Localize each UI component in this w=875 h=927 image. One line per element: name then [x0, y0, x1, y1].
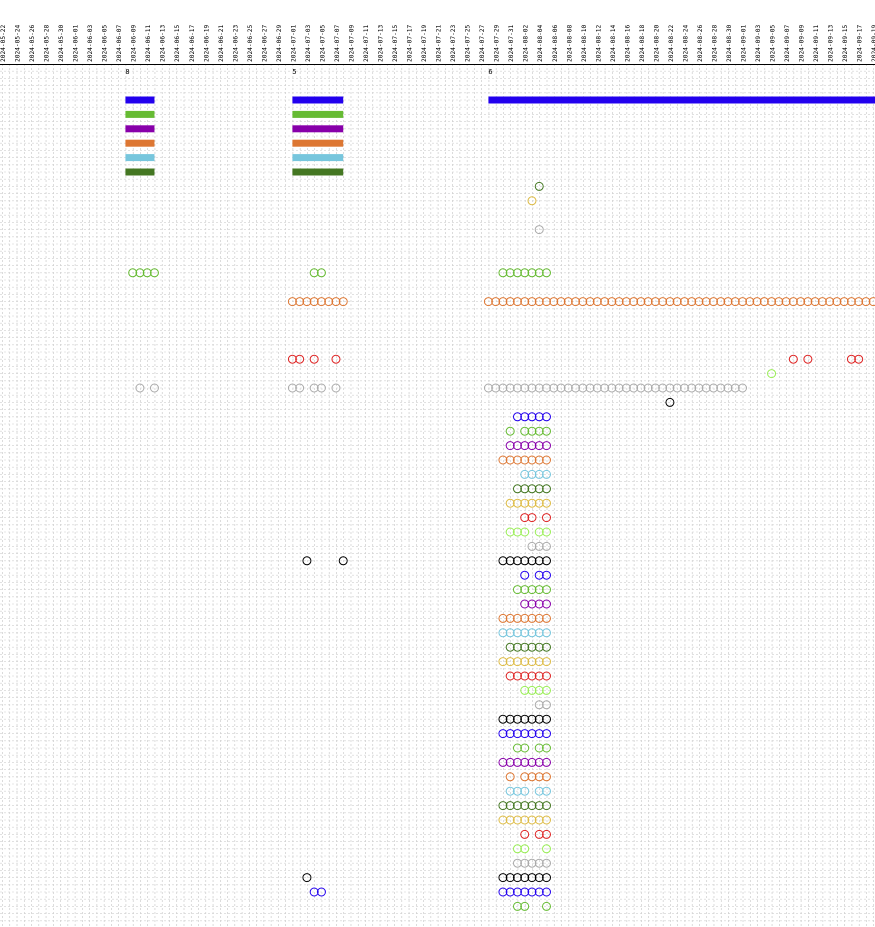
date-tick-label: 2024-05-30	[58, 24, 65, 62]
date-tick-label: 2024-07-09	[349, 24, 356, 62]
date-tick-label: 2024-07-21	[436, 24, 443, 62]
date-tick-label: 2024-06-07	[116, 24, 123, 62]
timeline-bar	[125, 96, 155, 104]
date-tick-label: 2024-08-22	[668, 24, 675, 62]
date-tick-label: 2024-08-14	[610, 24, 617, 62]
date-tick-label: 2024-07-07	[334, 24, 341, 62]
date-tick-label: 2024-08-02	[523, 24, 530, 62]
timeline-bar	[292, 139, 344, 147]
date-tick-label: 2024-08-16	[624, 24, 631, 62]
date-tick-label: 2024-08-30	[726, 24, 733, 62]
timeline-bar	[125, 168, 155, 176]
grid	[0, 64, 875, 927]
date-tick-label: 2024-08-20	[653, 24, 660, 62]
timeline-bar	[292, 96, 344, 104]
timeline-chart: 2024-05-22 2024-05-24 2024-05-26 2024-05-28…	[0, 24, 875, 927]
date-tick-label: 2024-09-13	[828, 24, 835, 62]
date-tick-label: 2024-07-17	[407, 24, 414, 62]
timeline-bar	[125, 154, 155, 162]
date-axis: 2024-05-22 2024-05-24 2024-05-26 2024-05-28…	[0, 24, 875, 65]
date-tick-label: 2024-07-25	[465, 24, 472, 62]
date-tick-label: 2024-06-03	[87, 24, 94, 62]
date-tick-label: 2024-07-05	[319, 24, 326, 62]
date-tick-label: 2024-06-21	[218, 24, 225, 62]
date-tick-label: 2024-06-15	[174, 24, 181, 62]
group-label: 6	[488, 68, 492, 76]
timeline-bar	[292, 168, 344, 176]
date-tick-label: 2024-08-26	[697, 24, 704, 62]
group-label: 5	[292, 68, 296, 76]
date-tick-label: 2024-08-24	[682, 24, 689, 62]
date-tick-label: 2024-08-12	[595, 24, 602, 62]
date-tick-label: 2024-06-09	[131, 24, 138, 62]
date-tick-label: 2024-07-03	[305, 24, 312, 62]
date-tick-label: 2024-05-24	[15, 24, 22, 62]
date-tick-label: 2024-06-29	[276, 24, 283, 62]
date-tick-label: 2024-07-19	[421, 24, 428, 62]
date-tick-label: 2024-08-08	[566, 24, 573, 62]
date-tick-label: 2024-06-19	[203, 24, 210, 62]
date-tick-label: 2024-06-23	[232, 24, 239, 62]
timeline-bar	[488, 96, 875, 104]
date-tick-label: 2024-08-10	[581, 24, 588, 62]
date-tick-label: 2024-06-13	[160, 24, 167, 62]
date-tick-label: 2024-07-01	[290, 24, 297, 62]
date-tick-label: 2024-07-31	[508, 24, 515, 62]
date-tick-label: 2024-07-27	[479, 24, 486, 62]
date-tick-label: 2024-09-19	[871, 24, 875, 62]
date-tick-label: 2024-05-26	[29, 24, 36, 62]
timeline-bar	[125, 139, 155, 147]
timeline-bar	[292, 125, 344, 133]
date-tick-label: 2024-07-23	[450, 24, 457, 62]
date-tick-label: 2024-08-06	[552, 24, 559, 62]
date-tick-label: 2024-09-03	[755, 24, 762, 62]
group-labels: 8 5 6	[125, 68, 492, 76]
date-tick-label: 2024-08-28	[712, 24, 719, 62]
date-tick-label: 2024-09-11	[813, 24, 820, 62]
timeline-bar	[125, 110, 155, 118]
date-tick-label: 2024-06-17	[189, 24, 196, 62]
date-tick-label: 2024-09-05	[770, 24, 777, 62]
date-tick-label: 2024-06-05	[102, 24, 109, 62]
date-tick-label: 2024-09-17	[857, 24, 864, 62]
timeline-bar	[292, 154, 344, 162]
date-tick-label: 2024-09-15	[842, 24, 849, 62]
date-tick-label: 2024-05-28	[44, 24, 51, 62]
group-label: 8	[125, 68, 129, 76]
date-tick-label: 2024-06-25	[247, 24, 254, 62]
date-tick-label: 2024-07-15	[392, 24, 399, 62]
date-tick-label: 2024-09-09	[799, 24, 806, 62]
date-tick-label: 2024-05-22	[0, 24, 7, 62]
date-tick-label: 2024-07-11	[363, 24, 370, 62]
date-tick-label: 2024-07-29	[494, 24, 501, 62]
date-tick-label: 2024-08-18	[639, 24, 646, 62]
date-tick-label: 2024-07-13	[378, 24, 385, 62]
date-tick-label: 2024-06-27	[261, 24, 268, 62]
timeline-bar	[125, 125, 155, 133]
date-tick-label: 2024-09-01	[741, 24, 748, 62]
date-tick-label: 2024-08-04	[537, 24, 544, 62]
timeline-bar	[292, 110, 344, 118]
date-tick-label: 2024-09-07	[784, 24, 791, 62]
date-tick-label: 2024-06-01	[73, 24, 80, 62]
date-tick-label: 2024-06-11	[145, 24, 152, 62]
